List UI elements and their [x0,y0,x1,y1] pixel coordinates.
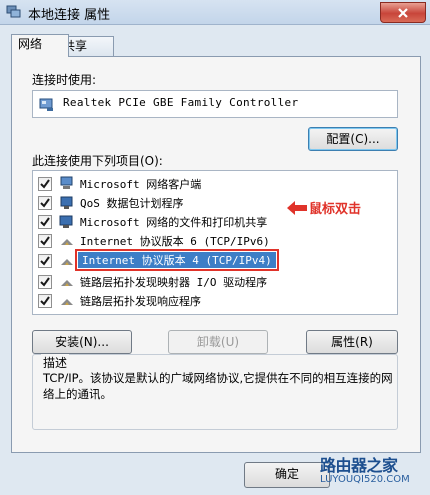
protocol-icon [61,239,73,245]
checkbox[interactable] [38,177,52,191]
properties-button[interactable]: 属性(R) [306,330,398,354]
description-group: 描述 TCP/IP。该协议是默认的广域网络协议,它提供在不同的相互连接的网络上的… [32,354,398,430]
checkbox[interactable] [38,215,52,229]
list-item[interactable]: Internet 协议版本 6 (TCP/IPv6) [33,231,397,250]
item-label: 链路层拓扑发现响应程序 [80,295,201,308]
checkbox[interactable] [38,196,52,210]
item-label: QoS 数据包计划程序 [80,197,184,210]
checkbox[interactable] [38,254,52,268]
check-icon [40,277,50,287]
arrow-left-icon [287,201,307,215]
list-item[interactable]: 链路层拓扑发现映射器 I/O 驱动程序 [33,272,397,291]
item-label: Microsoft 网络的文件和打印机共享 [80,216,268,229]
network-adapter-icon [39,98,53,111]
checkbox[interactable] [38,294,52,308]
item-label: Internet 协议版本 4 (TCP/IPv4) [75,249,279,271]
tab-network[interactable]: 网络 [11,34,69,57]
uninstall-button: 卸载(U) [168,330,268,354]
checkbox[interactable] [38,234,52,248]
qos-scheduler-icon [60,196,73,209]
file-print-sharing-icon [59,215,73,228]
protocol-icon [61,280,73,286]
protocol-icon [61,299,73,305]
check-icon [40,256,50,266]
description-text: TCP/IP。该协议是默认的广域网络协议,它提供在不同的相互连接的网络上的通讯。 [43,371,393,401]
check-icon [40,296,50,306]
item-label: Internet 协议版本 6 (TCP/IPv6) [80,235,270,248]
adapter-name: Realtek PCIe GBE Family Controller [63,96,299,109]
checkbox[interactable] [38,275,52,289]
items-label: 此连接使用下列项目(O): [32,154,163,168]
adapter-box: Realtek PCIe GBE Family Controller [32,90,398,118]
watermark-title: 路由器之家 [320,456,398,475]
window-title: 本地连接 属性 [28,8,111,23]
network-client-icon [60,176,73,189]
network-connection-icon [6,5,21,18]
close-icon [398,7,408,18]
annotation-label: 鼠标双击 [309,202,362,217]
watermark: 路由器之家 LUYOUQI520.COM [320,452,428,492]
ok-button[interactable]: 确定 [244,462,330,488]
watermark-url: LUYOUQI520.COM [320,474,410,485]
list-item[interactable]: 链路层拓扑发现响应程序 [33,291,397,310]
connect-using-label: 连接时使用: [32,73,97,87]
item-label: 链路层拓扑发现映射器 I/O 驱动程序 [80,276,268,289]
check-icon [40,179,50,189]
protocol-icon [61,259,73,265]
list-item[interactable]: Microsoft 网络客户端 [33,174,397,193]
title-bar: 本地连接 属性 [0,0,430,25]
description-title: 描述 [41,354,70,371]
check-icon [40,198,50,208]
check-icon [40,236,50,246]
install-button[interactable]: 安装(N)... [32,330,132,354]
network-tab-panel: 连接时使用: Realtek PCIe GBE Family Controlle… [11,56,421,453]
list-item-ipv4-selected[interactable]: Internet 协议版本 4 (TCP/IPv4) [33,249,397,271]
components-list[interactable]: Microsoft 网络客户端 QoS 数据包计划程序 Microsoft 网络… [32,170,398,315]
close-button[interactable] [380,2,426,23]
configure-button[interactable]: 配置(C)... [308,127,398,151]
check-icon [40,217,50,227]
item-label: Microsoft 网络客户端 [80,178,202,191]
